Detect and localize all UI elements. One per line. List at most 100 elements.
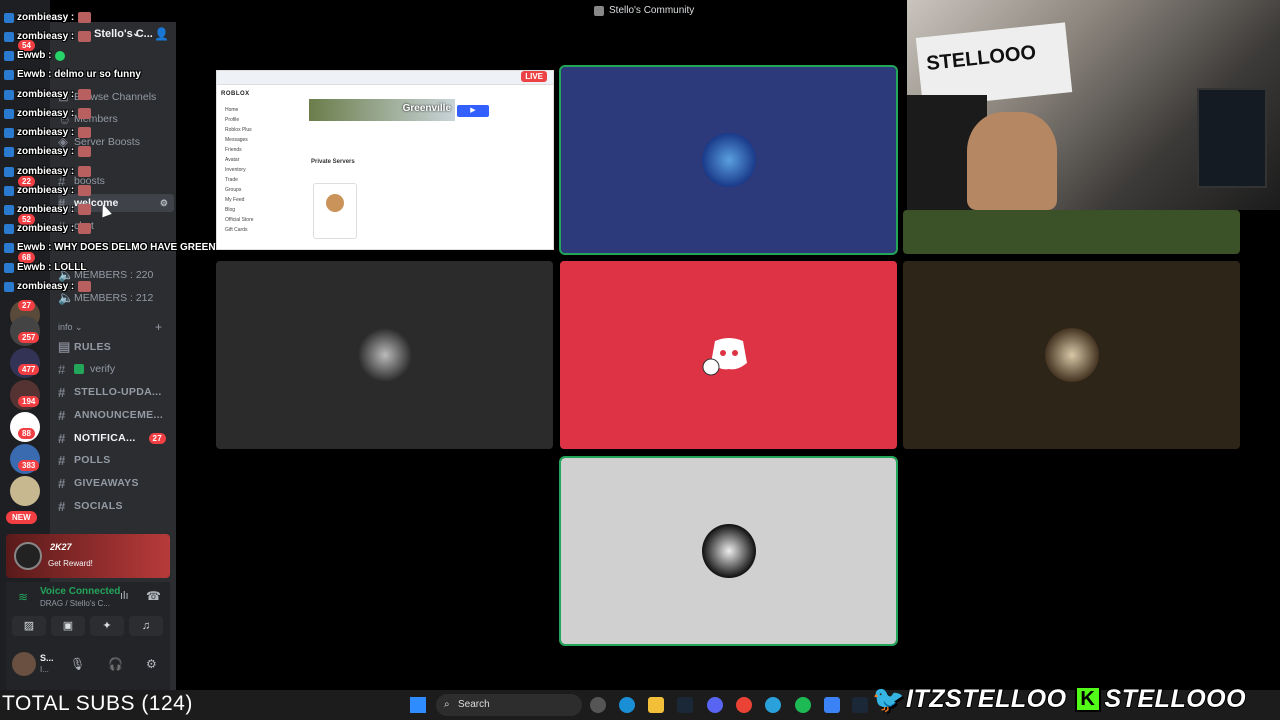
channel-rules[interactable]: ▤ RULES [58,338,174,356]
app-icon[interactable] [824,697,840,713]
screen-share-button[interactable]: ▣ [51,616,85,636]
emote-icon [78,89,92,100]
spotify-icon[interactable] [795,697,811,713]
browser-tab-bar [217,71,553,85]
signal-icon[interactable]: ≋ [18,590,28,604]
voice-channel-name[interactable]: DRAG / Stello's C... [40,599,110,608]
emote-icon [78,127,92,138]
avatar [701,524,756,578]
nav-item: My Feed [225,197,245,203]
chat-message: zombieasy : [4,108,92,119]
steam-icon[interactable] [852,697,868,713]
chrome-icon[interactable] [736,697,752,713]
chevron-down-icon[interactable]: ⌄ [132,28,140,39]
emote-icon [78,146,92,157]
window-title: Stello's Community [594,5,694,16]
participant-tile[interactable] [216,261,553,449]
channel-verify[interactable]: # verify [58,360,174,378]
promo-banner[interactable]: 2K27 Get Reward! [6,534,170,578]
nav-item: Profile [225,117,240,123]
search-icon: ⌕ [444,699,450,710]
nav-item: Messages [225,137,248,143]
game-banner: Greenville [309,99,455,121]
screen: Stello's Community 54 22 52 68 27 257 47… [0,0,1280,720]
chat-message: zombieasy : [4,127,92,138]
platform-icon [4,166,14,177]
nav-item: Friends [225,147,242,153]
taskbar-search[interactable]: ⌕ Search [436,694,582,716]
mention-badge: 477 [18,364,40,375]
hash-icon: # [58,452,66,468]
emote-icon [78,185,92,196]
telegram-icon[interactable] [765,697,781,713]
user-panel: S... I... 🎙 🎧 ⚙ [6,650,170,680]
soundboard-button[interactable]: ♫ [129,616,163,636]
emote-icon [78,108,92,119]
settings-app-icon[interactable] [590,697,606,713]
participant-tile[interactable] [559,65,898,255]
channel-stello-updates[interactable]: # STELLO-UPDA... [58,383,174,401]
server-icon[interactable] [10,476,40,506]
channel-notifications[interactable]: # NOTIFICA... 27 [58,429,174,447]
emote-icon [78,31,92,42]
discord-app-icon[interactable] [707,697,723,713]
nav-item: Avatar [225,157,240,163]
channel-announcements[interactable]: # ANNOUNCEME... [58,406,174,424]
promo-game-logo: 2K27 [50,542,72,552]
server-name: Stello's C... [94,28,153,40]
voice-status[interactable]: Voice Connected [40,586,120,597]
private-servers-heading: Private Servers [311,159,355,165]
hash-icon: # [58,361,66,377]
platform-icon [4,108,14,119]
gear-icon[interactable]: ⚙ [146,657,157,671]
camera-off-button[interactable]: ▨ [12,616,46,636]
total-subs-counter: TOTAL SUBS (124) [2,692,193,715]
activities-button[interactable]: ✦ [90,616,124,636]
chat-message: zombieasy : [4,12,92,23]
nav-item: Trade [225,177,238,183]
edge-browser-icon[interactable] [619,697,635,713]
hash-icon: # [58,384,66,400]
live-badge: LIVE [521,71,547,82]
avatar [357,328,412,382]
channel-socials[interactable]: # SOCIALS [58,497,174,515]
avatar [326,194,344,212]
participant-tile[interactable] [903,261,1240,449]
microphone-icon[interactable]: 🎙 [70,657,85,671]
emote-icon [78,281,92,292]
participant-tile[interactable] [559,456,898,646]
windows-start-icon[interactable] [410,697,426,713]
chat-message: zombieasy : [4,146,92,157]
participant-tile[interactable] [903,210,1240,254]
hash-icon: # [58,430,66,446]
add-member-icon[interactable]: 👤 [154,27,169,41]
channel-giveaways[interactable]: # GIVEAWAYS [58,474,174,492]
whatsapp-icon [55,50,66,61]
rules-icon: ▤ [58,339,71,354]
steam-icon[interactable] [677,697,693,713]
category-info[interactable]: info ⌄ + [58,320,168,334]
social-branding: 🐦 ITZSTELLOO K STELLOOO [872,682,1247,716]
channel-polls[interactable]: # POLLS [58,451,174,469]
promo-cta[interactable]: Get Reward! [48,559,93,568]
add-channel-icon[interactable]: + [155,320,162,334]
chat-message: zombieasy : [4,166,92,177]
participant-tile[interactable] [560,261,897,449]
screen-share-tile[interactable]: LIVE ROBLOX Home Profile Roblox Plus Mes… [216,70,554,250]
file-explorer-icon[interactable] [648,697,664,713]
server-card [313,183,357,239]
nav-item: Gift Cards [225,227,248,233]
avatar [1044,328,1099,382]
chat-message: zombieasy : [4,31,92,42]
noise-suppression-icon[interactable]: ılı [120,590,129,602]
avatar[interactable] [12,652,36,676]
platform-icon [4,50,14,61]
gear-icon[interactable]: ⚙ [160,198,168,209]
platform-icon [4,262,14,273]
mention-badge: 27 [18,300,35,311]
checkmark-icon [74,364,84,374]
headphones-icon[interactable]: 🎧 [108,657,123,671]
nav-item: Roblox Plus [225,127,252,133]
disconnect-icon[interactable]: ☎ [146,589,161,603]
nav-item: Home [225,107,239,113]
